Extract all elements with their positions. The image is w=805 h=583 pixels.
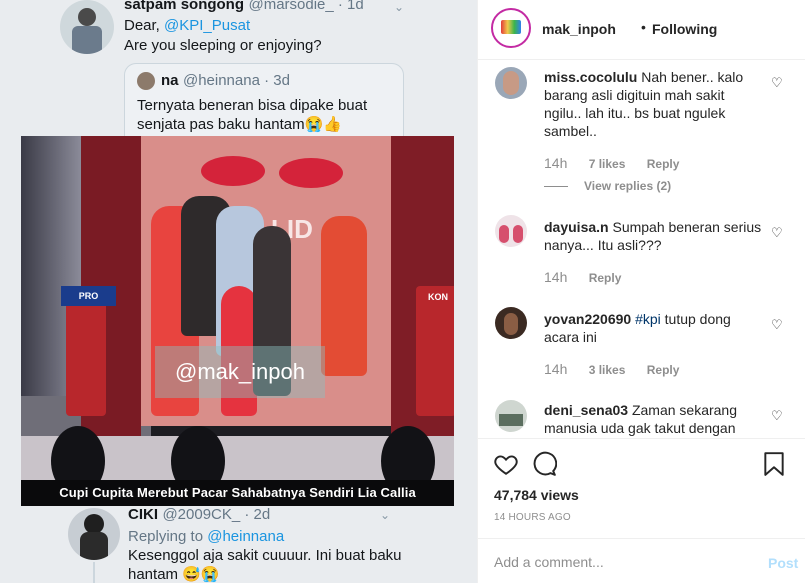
post-timestamp[interactable]: 14 HOURS AGO — [494, 512, 571, 523]
lips-decoration — [279, 158, 343, 188]
video-caption: Cupi Cupita Merebut Pacar Sahabatnya Sen… — [21, 480, 454, 506]
heart-icon[interactable]: ♡ — [771, 408, 785, 423]
author-avatar[interactable] — [491, 8, 531, 48]
comment: yovan220690 #kpi tutup dong acara ini ♡ … — [478, 301, 805, 391]
replies-line — [544, 186, 568, 188]
comment-username[interactable]: yovan220690 — [544, 311, 631, 327]
header-separator: • — [641, 19, 646, 35]
heart-icon[interactable]: ♡ — [771, 75, 785, 90]
tweet-author-name: CIKI — [128, 506, 158, 523]
comments-list[interactable]: miss.cocolulu Nah bener.. kalo barang as… — [478, 61, 805, 438]
post-comment-button[interactable]: Post — [768, 555, 798, 571]
bookmark-icon[interactable] — [761, 451, 787, 477]
view-count[interactable]: 47,784 views — [494, 487, 579, 503]
chevron-down-icon[interactable]: ⌄ — [394, 0, 404, 14]
comment-username[interactable]: miss.cocolulu — [544, 69, 637, 85]
mention-link[interactable]: @heinnana — [207, 528, 284, 545]
post-media[interactable]: satpam songong @marsodie_ · 1d ⌄ Dear, @… — [0, 0, 477, 583]
comment-body: yovan220690 #kpi tutup dong acara ini — [544, 310, 762, 346]
comment-meta: 14h 3 likes Reply — [544, 361, 697, 377]
lips-decoration — [201, 156, 265, 186]
video-watermark: @mak_inpoh — [155, 346, 325, 398]
tweet-header: satpam songong @marsodie_ · 1d — [124, 0, 364, 14]
heart-icon[interactable]: ♡ — [771, 225, 785, 240]
view-replies-button[interactable]: View replies (2) — [544, 179, 671, 193]
hashtag-link[interactable]: #kpi — [635, 311, 661, 327]
comment: deni_sena03 Zaman sekarang manusia uda g… — [478, 394, 805, 438]
quoted-author-handle: @heinnana · 3d — [182, 72, 290, 89]
tweet-avatar — [68, 508, 120, 560]
tweet-card: CIKI @2009CK_ · 2d ⌄ Replying to @heinna… — [0, 506, 477, 583]
quoted-tweet[interactable]: na @heinnana · 3d Ternyata beneran bisa … — [124, 63, 404, 138]
tweet-text-line2: Are you sleeping or enjoying? — [124, 37, 322, 54]
stool-sign-pro: PRO — [61, 286, 116, 306]
post-header: mak_inpoh • Following — [478, 0, 805, 60]
comment: miss.cocolulu Nah bener.. kalo barang as… — [478, 61, 805, 201]
tweet-card: satpam songong @marsodie_ · 1d ⌄ Dear, @… — [0, 0, 477, 63]
comment-likes[interactable]: 3 likes — [589, 363, 626, 377]
quoted-author-name: na — [161, 72, 179, 89]
comment-meta: 14h Reply — [544, 269, 639, 285]
post-viewer: satpam songong @marsodie_ · 1d ⌄ Dear, @… — [0, 0, 805, 583]
reply-button[interactable]: Reply — [589, 271, 622, 285]
stool-sign-kon: KON — [426, 286, 454, 308]
video-frame[interactable]: LID PRO KON @mak_inpoh Cupi Cupita Mereb… — [21, 136, 454, 506]
quoted-avatar — [137, 72, 155, 90]
comment-time: 14h — [544, 155, 568, 171]
mention-link[interactable]: @KPI_Pusat — [164, 17, 250, 34]
comment-body: dayuisa.n Sumpah beneran serius nanya...… — [544, 218, 762, 254]
comment-bubble-icon[interactable] — [531, 451, 557, 477]
tweet-text-line1: Dear, @KPI_Pusat — [124, 17, 251, 34]
follow-button[interactable]: Following — [652, 21, 717, 37]
quoted-header: na @heinnana · 3d — [161, 72, 290, 90]
tv-logo-icon — [501, 20, 521, 34]
author-username[interactable]: mak_inpoh — [542, 21, 616, 37]
tweet-author-handle: @marsodie_ · 1d — [248, 0, 364, 13]
comment-input[interactable] — [494, 550, 744, 574]
tweet-author-name: satpam songong — [124, 0, 245, 13]
person-host — [321, 216, 367, 376]
thread-line — [93, 562, 95, 583]
comment-username[interactable]: dayuisa.n — [544, 219, 609, 235]
tweet-avatar — [60, 0, 114, 54]
comment-body: deni_sena03 Zaman sekarang manusia uda g… — [544, 401, 762, 437]
comment-avatar[interactable] — [495, 307, 527, 339]
replying-to: Replying to @heinnana — [128, 528, 285, 545]
post-sidebar: mak_inpoh • Following miss.cocolulu Nah … — [477, 0, 805, 583]
comment-time: 14h — [544, 361, 568, 377]
comment-avatar[interactable] — [495, 67, 527, 99]
comment-meta: 14h 7 likes Reply — [544, 155, 697, 171]
comment-username[interactable]: deni_sena03 — [544, 402, 628, 418]
tweet-text: Kesenggol aja sakit cuuuur. Ini buat bak… — [128, 547, 402, 583]
tweet-header: CIKI @2009CK_ · 2d — [128, 506, 270, 524]
comment: dayuisa.n Sumpah beneran serius nanya...… — [478, 209, 805, 299]
reply-button[interactable]: Reply — [647, 157, 680, 171]
chevron-down-icon[interactable]: ⌄ — [380, 508, 390, 522]
comment-body: miss.cocolulu Nah bener.. kalo barang as… — [544, 68, 762, 140]
comment-avatar[interactable] — [495, 400, 527, 432]
tweet-author-handle: @2009CK_ · 2d — [162, 506, 271, 523]
quoted-text: Ternyata beneran bisa dipake buat senjat… — [137, 97, 368, 133]
heart-icon[interactable]: ♡ — [771, 317, 785, 332]
comment-likes[interactable]: 7 likes — [589, 157, 626, 171]
like-heart-icon[interactable] — [493, 451, 519, 477]
comment-composer: Post — [478, 538, 805, 583]
comment-time: 14h — [544, 269, 568, 285]
post-actions: 47,784 views 14 HOURS AGO — [478, 438, 805, 538]
reply-button[interactable]: Reply — [647, 363, 680, 377]
comment-avatar[interactable] — [495, 215, 527, 247]
audience — [21, 426, 454, 496]
